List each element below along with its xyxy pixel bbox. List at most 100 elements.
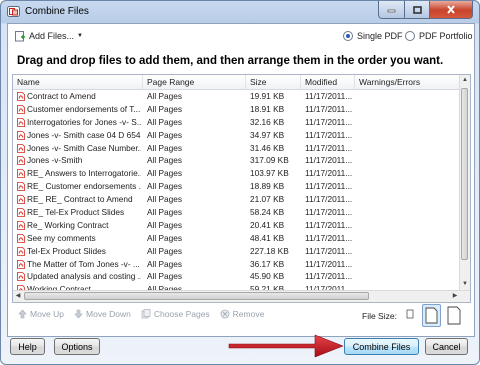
choose-pages-icon [141,309,151,319]
table-row[interactable]: RE_ Tel-Ex Product Slides All Pages 58.24 … [13,206,460,219]
cell-modified: 11/17/2011... [305,232,353,243]
move-up-icon [18,309,27,319]
cell-name: RE_ Customer endorsements ... [17,180,141,193]
cell-size: 48.41 KB [250,232,285,243]
file-size-small-button[interactable] [403,304,415,322]
column-header-size[interactable]: Size [246,75,301,89]
pdf-file-icon [17,208,25,217]
cell-page-range: All Pages [147,142,183,153]
options-button[interactable]: Options [54,338,100,355]
file-name: Contract to Amend [27,91,96,101]
pdf-file-icon [17,246,25,256]
close-button[interactable] [430,1,473,19]
cell-modified: 11/17/2011... [305,142,353,153]
cell-page-range: All Pages [147,129,183,140]
column-header-name[interactable]: Name [13,75,143,89]
move-down-icon [74,309,83,319]
table-row[interactable]: Interrogatories for Jones -v- S... All Pa… [13,116,460,129]
table-row[interactable]: Tel-Ex Product Slides All Pages 227.18 KB 1… [13,245,460,258]
combine-files-button[interactable]: Combine Files [344,338,419,355]
add-files-button[interactable]: Add Files... ▼ [14,30,83,42]
cell-modified: 11/17/2011... [305,245,353,256]
cell-page-range: All Pages [147,258,183,269]
column-header-warnings[interactable]: Warnings/Errors [355,75,460,89]
file-name: Tel-Ex Product Slides [27,245,106,256]
file-size-label: File Size: [362,311,397,321]
vertical-scrollbar[interactable]: ▲ ▼ [459,75,470,290]
add-files-label: Add Files... [29,31,75,41]
file-name: RE_ RE_ Contract to Amend [27,194,133,205]
table-row[interactable]: RE_ Answers to Interrogatorie... All Page… [13,167,460,180]
file-size-medium-button[interactable] [422,304,441,327]
table-row[interactable]: RE_ Customer endorsements ... All Pages 18… [13,180,460,193]
horizontal-scrollbar[interactable]: ◀ ▶ [13,290,470,302]
file-name: See my comments [27,232,96,243]
vertical-scroll-thumb[interactable] [461,88,468,260]
cell-name: Jones -v- Smith case 04 D 654... [17,129,141,142]
pdf-file-icon [17,182,25,192]
cell-size: 36.17 KB [250,258,285,269]
file-size-medium-icon [425,307,438,324]
table-row[interactable]: The Matter of Tom Jones -v- ... All Pages… [13,258,460,271]
radio-unselected-icon [405,31,415,41]
help-button[interactable]: Help [10,338,45,355]
minimize-button[interactable] [378,1,405,19]
table-row[interactable]: RE_ RE_ Contract to Amend All Pages 21.07 … [13,193,460,206]
table-row[interactable]: Contract to Amend All Pages 19.91 KB 11/17/… [13,90,460,103]
pdf-file-icon [17,117,25,127]
table-row[interactable]: Updated analysis and costing ... All Page… [13,270,460,283]
cell-name: Interrogatories for Jones -v- S... [17,116,141,129]
cell-page-range: All Pages [147,207,183,218]
cell-modified: 11/17/2011... [305,207,353,218]
cell-name: Jones -v-Smith [17,154,141,167]
pdf-file-icon [17,195,25,205]
table-row[interactable]: Customer endorsements of T... All Pages 18… [13,103,460,116]
file-size-small-icon [406,309,414,319]
file-name: RE_ Customer endorsements ... [27,181,141,192]
cell-size: 19.91 KB [250,91,285,101]
file-name: The Matter of Tom Jones -v- ... [27,258,140,269]
scroll-up-arrow-icon[interactable]: ▲ [460,75,470,86]
cell-modified: 11/17/2011... [305,116,353,127]
horizontal-scroll-thumb[interactable] [24,292,369,300]
scroll-right-arrow-icon[interactable]: ▶ [450,291,460,302]
cell-size: 103.97 KB [250,168,289,179]
table-row[interactable]: Jones -v- Smith Case Number... All Pages 3… [13,142,460,155]
column-header-page-range[interactable]: Page Range [143,75,246,89]
dialog-content: Add Files... ▼ Single PDF PDF Portfolio … [7,23,475,337]
table-row[interactable]: Re_ Working Contract All Pages 20.41 KB 11/… [13,219,460,232]
scroll-down-arrow-icon[interactable]: ▼ [460,279,470,290]
file-name: RE_ Tel-Ex Product Slides [27,207,125,218]
file-size-large-icon [447,306,461,325]
title-bar: Combine Files [1,1,479,23]
pdf-portfolio-radio[interactable]: PDF Portfolio [405,31,473,41]
single-pdf-radio[interactable]: Single PDF [343,31,403,41]
table-row[interactable]: Jones -v-Smith All Pages 317.09 KB 11/17/20… [13,154,460,167]
choose-pages-button[interactable]: Choose Pages [141,309,210,319]
chevron-down-icon: ▼ [77,33,83,39]
single-pdf-label: Single PDF [357,31,403,41]
cancel-button[interactable]: Cancel [425,338,468,355]
annotation-arrow-icon [228,334,344,358]
cell-size: 32.16 KB [250,116,285,127]
pdf-file-icon [17,156,25,166]
remove-button[interactable]: Remove [220,309,264,319]
cell-page-range: All Pages [147,271,183,282]
table-row[interactable]: Jones -v- Smith case 04 D 654... All Page… [13,129,460,142]
column-header-modified[interactable]: Modified [301,75,355,89]
move-up-button[interactable]: Move Up [18,309,64,319]
cell-modified: 11/17/2011... [305,194,353,205]
close-icon [447,5,455,14]
file-name: Interrogatories for Jones -v- S... [27,116,141,127]
maximize-button[interactable] [405,1,430,19]
move-down-button[interactable]: Move Down [74,309,131,319]
cell-size: 18.91 KB [250,103,285,114]
scroll-left-arrow-icon[interactable]: ◀ [13,291,23,302]
file-size-large-button[interactable] [445,304,463,327]
maximize-icon [412,5,422,14]
pdf-file-icon [17,130,25,140]
pdf-file-icon [17,92,25,101]
file-list[interactable]: Name Page Range Size Modified Warnings/E… [12,74,471,303]
pdf-file-icon [17,169,25,179]
table-row[interactable]: See my comments All Pages 48.41 KB 11/17/20… [13,232,460,245]
